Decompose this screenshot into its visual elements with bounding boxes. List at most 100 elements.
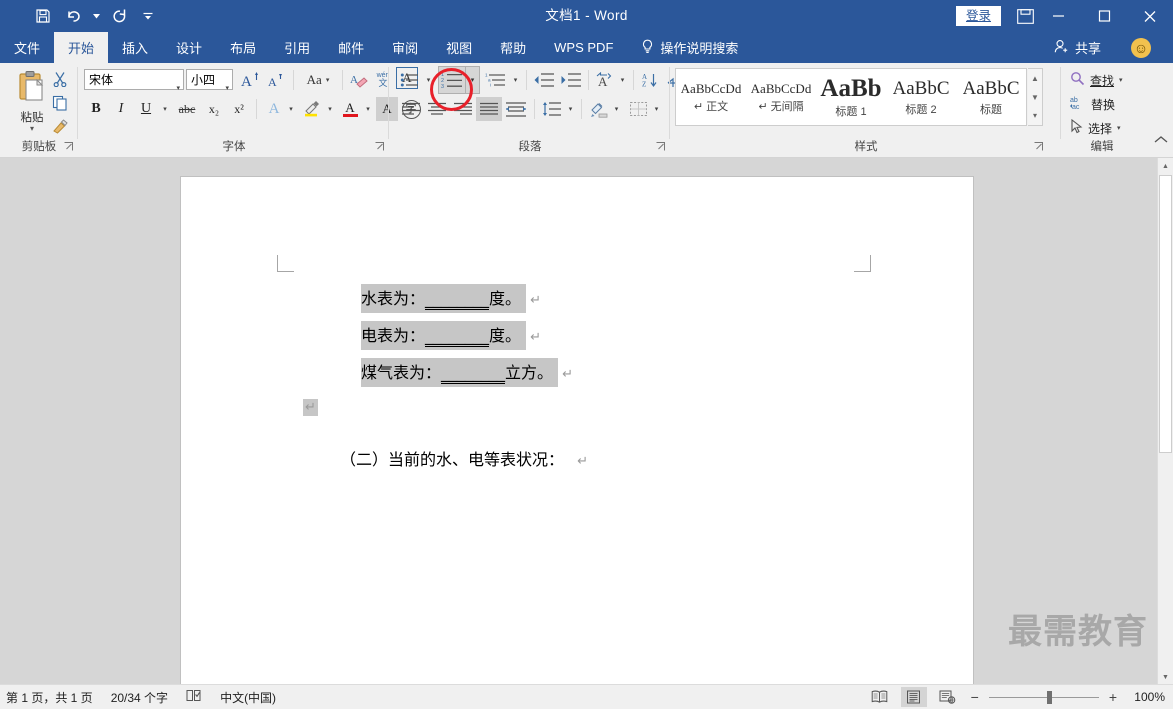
highlight-icon[interactable] — [300, 97, 324, 121]
zoom-level[interactable]: 100% — [1127, 690, 1165, 704]
chevron-down-icon[interactable]: ▾ — [326, 76, 330, 84]
tab-references[interactable]: 引用 — [270, 32, 324, 63]
document-page[interactable]: （二）当前的水、电等表状况： ↵ 水表为：________度。 ↵ 电表为：__… — [181, 177, 973, 685]
ribbon-display-icon[interactable] — [1015, 7, 1035, 25]
underline-dropdown-icon[interactable]: ▾ — [158, 97, 172, 121]
font-dialog-launcher[interactable] — [375, 142, 386, 153]
word-count[interactable]: 20/34 个字 — [111, 689, 168, 706]
align-center-icon[interactable] — [424, 97, 450, 121]
highlight-dropdown-icon[interactable]: ▾ — [323, 97, 337, 121]
styles-more-icon[interactable]: ▾ — [1028, 106, 1042, 125]
multilevel-list-icon[interactable]: 1ai — [483, 68, 509, 92]
copy-icon[interactable] — [48, 91, 72, 115]
find-button[interactable]: 查找 ▾ — [1070, 69, 1123, 91]
style-item-normal[interactable]: AaBbCcDd ↵ 正文 — [676, 69, 746, 125]
bold-button[interactable]: B — [84, 97, 108, 121]
font-color-icon[interactable]: A — [338, 97, 362, 121]
decrease-indent-icon[interactable] — [531, 68, 557, 92]
tab-mailings[interactable]: 邮件 — [324, 32, 378, 63]
text-effects-icon[interactable]: A — [262, 97, 286, 121]
numbered-list-dropdown-icon[interactable]: ▾ — [466, 66, 480, 94]
multilevel-list-dropdown-icon[interactable]: ▾ — [509, 68, 522, 92]
bullet-list-icon[interactable] — [398, 68, 422, 92]
style-item-title[interactable]: AaBbC 标题 — [956, 69, 1026, 125]
vertical-scrollbar[interactable]: ▲ ▼ — [1157, 158, 1173, 685]
document-text[interactable]: （二）当前的水、电等表状况： ↵ 水表为：________度。 ↵ 电表为：__… — [181, 177, 973, 685]
clipboard-dialog-launcher[interactable] — [64, 142, 75, 153]
paragraph-dialog-launcher[interactable] — [656, 142, 667, 153]
borders-dropdown-icon[interactable]: ▾ — [650, 97, 663, 121]
scroll-down-icon[interactable]: ▼ — [1158, 669, 1173, 685]
style-item-no-spacing[interactable]: AaBbCcDd ↵ 无间隔 — [746, 69, 816, 125]
sign-in-button[interactable]: 登录 — [955, 6, 1001, 26]
italic-button[interactable]: I — [109, 97, 133, 121]
print-layout-icon[interactable] — [900, 687, 927, 707]
chevron-down-icon[interactable]: ▾ — [176, 78, 180, 99]
borders-icon[interactable] — [626, 97, 650, 121]
numbered-list-button[interactable]: 123 — [438, 66, 466, 94]
format-painter-icon[interactable] — [48, 115, 72, 139]
zoom-in-button[interactable]: + — [1107, 689, 1119, 705]
align-right-icon[interactable] — [450, 97, 476, 121]
styles-scroll-down-icon[interactable]: ▼ — [1028, 88, 1042, 107]
style-item-heading-1[interactable]: AaBb 标题 1 — [816, 69, 886, 125]
minimize-button[interactable] — [1035, 0, 1081, 32]
read-mode-icon[interactable] — [867, 687, 893, 707]
share-button[interactable]: 共享 — [1054, 32, 1101, 63]
sort-icon[interactable]: AZ — [638, 68, 662, 92]
strikethrough-button[interactable]: abc — [174, 97, 200, 121]
tab-insert[interactable]: 插入 — [108, 32, 162, 63]
font-name-input[interactable]: 宋体 ▾ — [84, 69, 184, 92]
tab-help[interactable]: 帮助 — [486, 32, 540, 63]
replace-button[interactable]: ab ac 替换 — [1070, 93, 1115, 115]
collapse-ribbon-icon[interactable] — [1153, 135, 1169, 151]
subscript-button[interactable]: x₂ — [202, 97, 226, 121]
line-spacing-dropdown-icon[interactable]: ▾ — [564, 97, 577, 121]
tab-home[interactable]: 开始 — [54, 32, 109, 63]
cut-icon[interactable] — [48, 67, 72, 91]
increase-indent-icon[interactable] — [558, 68, 584, 92]
chevron-down-icon[interactable]: ▾ — [225, 78, 229, 99]
styles-dialog-launcher[interactable] — [1034, 142, 1045, 153]
select-button[interactable]: 选择 ▾ — [1070, 117, 1121, 139]
tab-file[interactable]: 文件 — [0, 32, 54, 63]
bullet-list-dropdown-icon[interactable]: ▾ — [422, 68, 435, 92]
font-size-input[interactable]: 小四 ▾ — [186, 69, 233, 92]
zoom-thumb[interactable] — [1046, 690, 1052, 704]
scrollbar-thumb[interactable] — [1159, 175, 1172, 453]
change-case-button[interactable]: Aa ▾ — [299, 68, 337, 92]
shading-icon[interactable] — [586, 97, 610, 121]
styles-scroll-up-icon[interactable]: ▲ — [1028, 69, 1042, 88]
zoom-out-button[interactable]: − — [969, 689, 981, 705]
shading-dropdown-icon[interactable]: ▾ — [610, 97, 623, 121]
superscript-button[interactable]: x² — [227, 97, 251, 121]
chevron-down-icon[interactable]: ▾ — [1119, 76, 1123, 84]
close-button[interactable] — [1127, 0, 1173, 32]
zoom-slider[interactable] — [988, 690, 1099, 704]
language-indicator[interactable]: 中文(中国) — [220, 689, 276, 706]
tab-wps-pdf[interactable]: WPS PDF — [540, 32, 627, 63]
tab-design[interactable]: 设计 — [162, 32, 216, 63]
align-left-icon[interactable] — [398, 97, 424, 121]
underline-button[interactable]: U — [134, 97, 158, 121]
smiley-icon[interactable]: ☺ — [1131, 38, 1151, 58]
chevron-down-icon[interactable]: ▾ — [1117, 124, 1121, 132]
page-indicator[interactable]: 第 1 页，共 1 页 — [6, 689, 93, 706]
maximize-button[interactable] — [1081, 0, 1127, 32]
scroll-up-icon[interactable]: ▲ — [1158, 158, 1173, 174]
line-spacing-icon[interactable] — [540, 97, 564, 121]
proofing-icon[interactable] — [186, 689, 202, 705]
tell-me-search[interactable]: 操作说明搜索 — [627, 32, 738, 63]
justify-button[interactable] — [476, 97, 502, 121]
tab-view[interactable]: 视图 — [432, 32, 486, 63]
text-effects-dropdown-icon[interactable]: ▾ — [284, 97, 298, 121]
web-layout-icon[interactable] — [935, 687, 961, 707]
asian-layout-icon[interactable]: A — [593, 68, 617, 92]
font-color-dropdown-icon[interactable]: ▾ — [361, 97, 375, 121]
asian-layout-dropdown-icon[interactable]: ▾ — [616, 68, 629, 92]
distribute-icon[interactable] — [503, 97, 529, 121]
style-item-heading-2[interactable]: AaBbC 标题 2 — [886, 69, 956, 125]
tab-review[interactable]: 审阅 — [378, 32, 432, 63]
grow-font-button[interactable]: A — [239, 68, 263, 92]
document-canvas[interactable]: （二）当前的水、电等表状况： ↵ 水表为：________度。 ↵ 电表为：__… — [0, 158, 1158, 685]
